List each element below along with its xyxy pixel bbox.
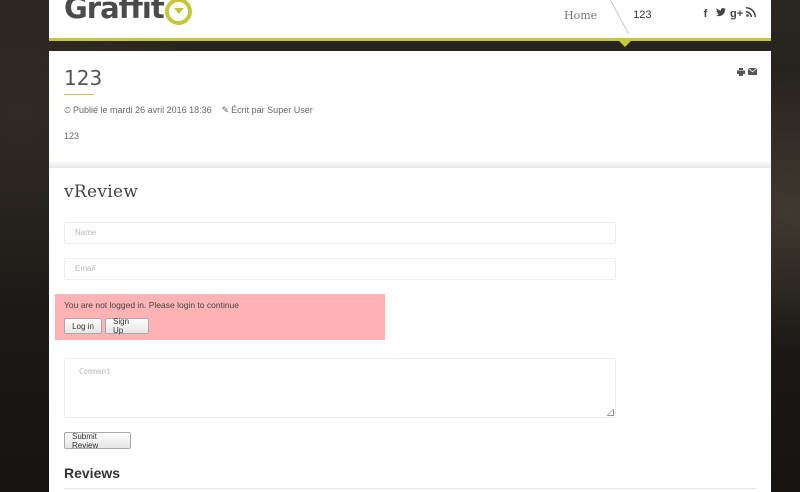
twitter-icon[interactable] (715, 7, 726, 20)
article-title: 123 (64, 66, 103, 90)
name-input[interactable]: Name (64, 222, 616, 244)
reviews-divider (64, 488, 756, 489)
submit-review-button[interactable]: Submit Review (64, 432, 131, 450)
social-links: f g+ (700, 7, 756, 20)
published-info: ⏲ Publié le mardi 26 avril 2016 18:36 (64, 105, 212, 116)
resize-handle[interactable] (607, 409, 614, 416)
article-box: 123 ⏲ Publié le mardi 26 avril 2016 18:36… (49, 51, 771, 167)
main-nav: Home 123 (564, 0, 652, 35)
login-button[interactable]: Log in (64, 318, 102, 334)
rss-icon[interactable] (745, 7, 756, 20)
article-meta: ⏲ Publié le mardi 26 avril 2016 18:36 ✎ Éc… (64, 105, 313, 116)
alert-message: You are not logged in. Please login to c… (64, 300, 240, 310)
published-date: Publié le mardi 26 avril 2016 18:36 (73, 105, 212, 115)
google-plus-icon[interactable]: g+ (730, 8, 743, 20)
pencil-icon: ✎ (221, 105, 230, 115)
article-tools (737, 67, 758, 78)
comment-placeholder: Comment (79, 367, 111, 376)
nav-item-123[interactable]: 123 (633, 9, 651, 21)
email-input[interactable]: Email (64, 258, 616, 280)
email-icon[interactable] (747, 67, 758, 78)
site-header: Graffit Home 123 f g+ (49, 0, 771, 47)
nav-item-home[interactable]: Home (564, 9, 597, 22)
facebook-icon[interactable]: f (700, 8, 711, 20)
comment-textarea[interactable]: Comment (64, 358, 616, 418)
review-title: vReview (64, 182, 139, 202)
logo-text: Graffit (64, 0, 165, 25)
login-alert: You are not logged in. Please login to c… (55, 294, 385, 340)
reviews-heading: Reviews (64, 465, 121, 481)
author-name: Écrit par Super User (231, 105, 313, 115)
title-underline (64, 94, 94, 95)
logo-o-icon (164, 0, 192, 25)
site-logo[interactable]: Graffit (64, 0, 192, 25)
active-nav-caret (619, 41, 631, 47)
article-body: 123 (64, 131, 80, 141)
print-icon[interactable] (737, 68, 745, 78)
review-panel: vReview Name Email You are not logged in… (49, 168, 771, 492)
author-info: ✎ Écrit par Super User (222, 105, 313, 116)
nav-divider (610, 0, 630, 35)
signup-button[interactable]: Sign Up (105, 317, 149, 335)
clock-icon: ⏲ (64, 105, 72, 115)
